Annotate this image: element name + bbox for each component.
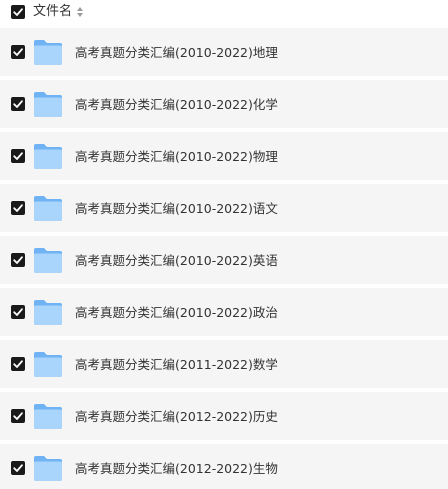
checkmark-icon xyxy=(13,100,23,108)
file-row[interactable]: 高考真题分类汇编(2010-2022)化学 xyxy=(0,80,448,128)
file-list-header: 文件名 xyxy=(0,0,448,24)
file-name[interactable]: 高考真题分类汇编(2010-2022)语文 xyxy=(75,200,278,217)
row-checkbox[interactable] xyxy=(11,97,25,111)
file-name[interactable]: 高考真题分类汇编(2010-2022)地理 xyxy=(75,44,278,61)
folder-icon[interactable] xyxy=(33,143,63,170)
checkmark-icon xyxy=(13,360,23,368)
file-name[interactable]: 高考真题分类汇编(2010-2022)英语 xyxy=(75,252,278,269)
file-row[interactable]: 高考真题分类汇编(2010-2022)政治 xyxy=(0,288,448,336)
sort-updown-icon[interactable] xyxy=(76,6,84,18)
file-name[interactable]: 高考真题分类汇编(2010-2022)化学 xyxy=(75,96,278,113)
select-all-checkbox[interactable] xyxy=(11,5,25,19)
file-name[interactable]: 高考真题分类汇编(2010-2022)政治 xyxy=(75,304,278,321)
row-checkbox[interactable] xyxy=(11,45,25,59)
checkmark-icon xyxy=(13,308,23,316)
folder-icon[interactable] xyxy=(33,403,63,430)
file-row[interactable]: 高考真题分类汇编(2010-2022)物理 xyxy=(0,132,448,180)
file-name[interactable]: 高考真题分类汇编(2010-2022)物理 xyxy=(75,148,278,165)
row-checkbox[interactable] xyxy=(11,201,25,215)
checkmark-icon xyxy=(13,152,23,160)
checkmark-icon xyxy=(13,412,23,420)
file-list: 文件名 高考真题分类汇编(2010-2022)地理 高考真题分类汇编(2010-2… xyxy=(0,0,448,489)
folder-icon[interactable] xyxy=(33,91,63,118)
folder-icon[interactable] xyxy=(33,195,63,222)
folder-icon[interactable] xyxy=(33,299,63,326)
file-row[interactable]: 高考真题分类汇编(2012-2022)历史 xyxy=(0,392,448,440)
file-name[interactable]: 高考真题分类汇编(2012-2022)生物 xyxy=(75,460,278,477)
row-checkbox[interactable] xyxy=(11,409,25,423)
row-checkbox[interactable] xyxy=(11,357,25,371)
checkmark-icon xyxy=(13,204,23,212)
row-checkbox[interactable] xyxy=(11,149,25,163)
file-row[interactable]: 高考真题分类汇编(2010-2022)英语 xyxy=(0,236,448,284)
row-checkbox[interactable] xyxy=(11,253,25,267)
file-row[interactable]: 高考真题分类汇编(2010-2022)语文 xyxy=(0,184,448,232)
file-name[interactable]: 高考真题分类汇编(2012-2022)历史 xyxy=(75,408,278,425)
checkmark-icon xyxy=(13,464,23,472)
file-row[interactable]: 高考真题分类汇编(2010-2022)地理 xyxy=(0,28,448,76)
file-row[interactable]: 高考真题分类汇编(2012-2022)生物 xyxy=(0,444,448,489)
checkmark-icon xyxy=(13,48,23,56)
file-name[interactable]: 高考真题分类汇编(2011-2022)数学 xyxy=(75,356,278,373)
checkmark-icon xyxy=(13,256,23,264)
folder-icon[interactable] xyxy=(33,39,63,66)
row-checkbox[interactable] xyxy=(11,461,25,475)
checkmark-icon xyxy=(13,8,23,16)
folder-icon[interactable] xyxy=(33,455,63,482)
row-checkbox[interactable] xyxy=(11,305,25,319)
column-header-filename[interactable]: 文件名 xyxy=(33,4,72,20)
folder-icon[interactable] xyxy=(33,247,63,274)
folder-icon[interactable] xyxy=(33,351,63,378)
file-row[interactable]: 高考真题分类汇编(2011-2022)数学 xyxy=(0,340,448,388)
